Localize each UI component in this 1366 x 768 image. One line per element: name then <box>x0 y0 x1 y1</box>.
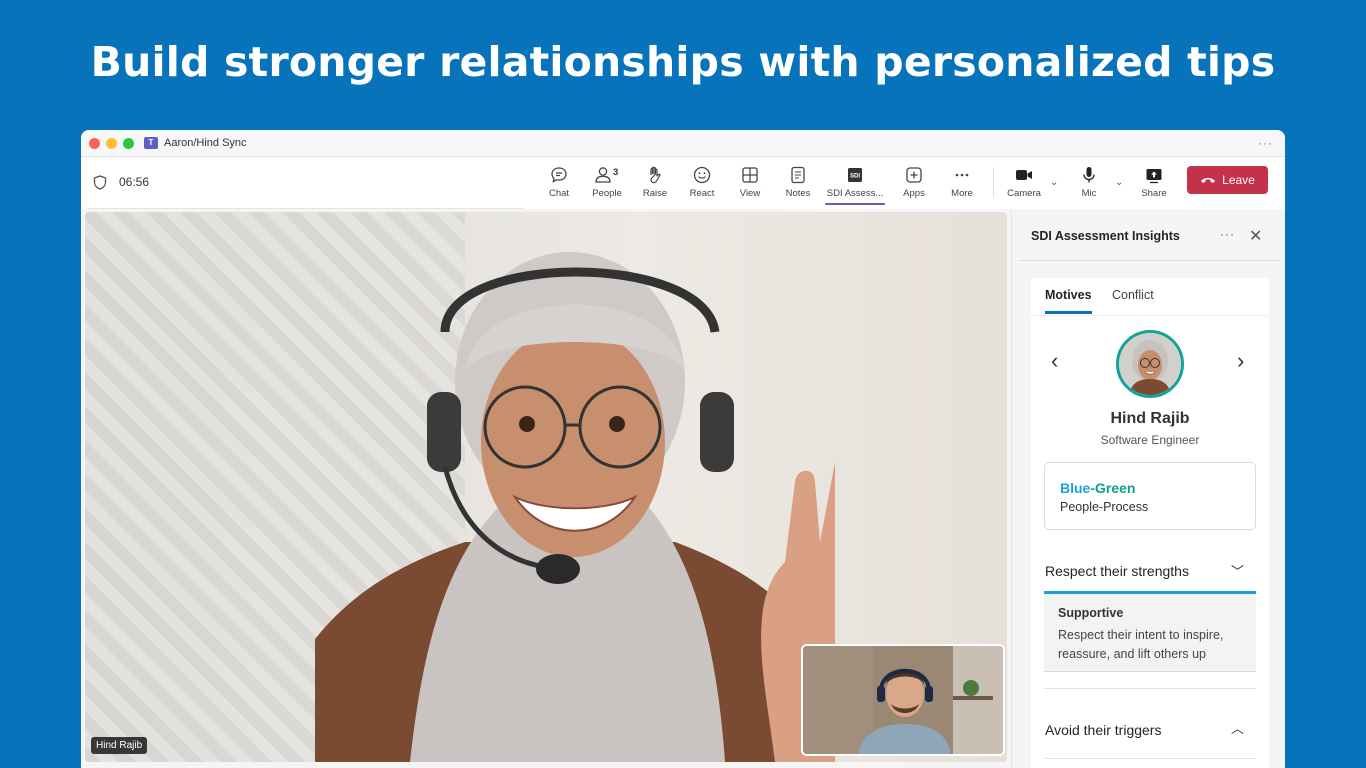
tab-motives[interactable]: Motives <box>1045 288 1092 302</box>
react-label: React <box>689 188 715 199</box>
sdi-insights-panel: SDI Assessment Insights ··· ✕ Motives Co… <box>1011 210 1285 768</box>
chat-icon <box>551 167 567 183</box>
tip-text: Respect their intent to inspire, reassur… <box>1058 628 1224 661</box>
window-title: Aaron/Hind Sync <box>164 137 247 149</box>
people-button[interactable]: 3 People <box>583 165 631 199</box>
previous-person-chevron-icon[interactable]: ‹ <box>1051 348 1058 374</box>
apps-button[interactable]: Apps <box>890 165 938 199</box>
sdi-assessment-button[interactable]: SDI SDI Assess... <box>825 165 885 205</box>
mic-button[interactable]: Mic <box>1065 165 1113 199</box>
tip-box: Supportive Respect their intent to inspi… <box>1044 594 1256 672</box>
plus-icon <box>906 167 922 183</box>
share-button[interactable]: Share <box>1130 165 1178 199</box>
meeting-toolbar: 06:56 Chat 3 People Raise React View Not… <box>81 157 1285 209</box>
section-avoid-triggers-title[interactable]: Avoid their triggers <box>1045 722 1161 738</box>
more-button[interactable]: More <box>938 165 986 199</box>
window-more-icon[interactable]: ··· <box>1258 136 1273 150</box>
meeting-timer: 06:56 <box>119 175 150 189</box>
close-window-button[interactable] <box>89 137 100 149</box>
toolbar-divider-line <box>87 208 524 209</box>
title-bar: T Aaron/Hind Sync ··· <box>81 130 1285 157</box>
self-view-video-image <box>803 646 1003 754</box>
section-respect-strengths-title[interactable]: Respect their strengths <box>1045 563 1189 579</box>
people-label: People <box>592 188 622 199</box>
share-icon <box>1146 169 1162 184</box>
minimize-window-button[interactable] <box>106 137 117 149</box>
motivational-style-name: Blue-Green <box>1060 480 1135 496</box>
mic-label: Mic <box>1081 188 1097 199</box>
avatar-image <box>1119 333 1181 395</box>
close-icon[interactable]: ✕ <box>1249 226 1262 246</box>
camera-button[interactable]: Camera <box>1000 165 1048 199</box>
react-button[interactable]: React <box>678 165 726 199</box>
panel-title: SDI Assessment Insights <box>1031 229 1180 243</box>
next-person-chevron-icon[interactable]: › <box>1237 348 1244 374</box>
style-part-blue: Blue <box>1060 480 1091 496</box>
people-icon: 3 <box>595 167 618 183</box>
panel-divider <box>1018 260 1280 261</box>
raise-label: Raise <box>642 188 668 199</box>
insights-tabs: Motives Conflict <box>1031 278 1269 316</box>
notes-icon <box>791 166 805 184</box>
section-divider-bottom <box>1044 758 1256 759</box>
phone-hangup-icon <box>1201 178 1216 183</box>
participant-name-tag: Hind Rajib <box>91 737 148 754</box>
teams-window: T Aaron/Hind Sync ··· 06:56 Chat 3 Peopl… <box>81 130 1285 768</box>
view-button[interactable]: View <box>726 165 774 199</box>
people-count: 3 <box>613 167 618 178</box>
person-role: Software Engineer <box>1100 433 1200 447</box>
chevron-up-icon[interactable]: ﹀ <box>1231 561 1244 580</box>
camera-options-chevron-icon[interactable]: ⌄ <box>1050 177 1058 188</box>
camera-icon <box>1016 170 1032 180</box>
tip-title: Supportive <box>1058 606 1124 620</box>
apps-label: Apps <box>903 188 925 199</box>
hand-icon <box>650 166 661 184</box>
teams-logo-icon: T <box>144 137 158 149</box>
headline: Build stronger relationships with person… <box>90 38 1276 86</box>
motivational-style-subtitle: People-Process <box>1060 500 1149 514</box>
section-divider <box>1044 688 1256 689</box>
view-label: View <box>739 188 761 199</box>
leave-button[interactable]: Leave <box>1187 166 1268 194</box>
svg-text:SDI: SDI <box>850 174 860 180</box>
person-name: Hind Rajib <box>1110 410 1190 427</box>
motivational-style-box: Blue-Green People-Process <box>1044 462 1256 530</box>
share-label: Share <box>1141 188 1167 199</box>
avatar <box>1116 330 1184 398</box>
shield-icon <box>93 175 107 190</box>
mic-options-chevron-icon[interactable]: ⌄ <box>1115 177 1123 188</box>
insights-card: Motives Conflict ‹ › Hind Rajib Software… <box>1031 278 1269 768</box>
chat-label: Chat <box>548 188 570 199</box>
toolbar-divider <box>993 167 994 197</box>
panel-more-icon[interactable]: ··· <box>1220 227 1235 241</box>
sdi-icon: SDI <box>848 168 862 182</box>
tab-conflict[interactable]: Conflict <box>1112 288 1154 302</box>
camera-label: Camera <box>1007 188 1041 199</box>
grid-icon <box>742 167 758 183</box>
leave-label: Leave <box>1222 173 1255 187</box>
more-icon <box>955 173 969 177</box>
self-view-video-tile[interactable] <box>801 644 1005 756</box>
chevron-down-icon[interactable]: ︿ <box>1231 718 1244 737</box>
active-tab-underline <box>1045 311 1092 314</box>
smile-icon <box>693 166 711 184</box>
main-video-tile[interactable]: Hind Rajib <box>85 212 1007 762</box>
participant-video-image <box>315 252 835 762</box>
sdi-label: SDI Assess... <box>826 188 884 199</box>
active-tab-indicator <box>825 203 885 205</box>
chat-button[interactable]: Chat <box>535 165 583 199</box>
more-label: More <box>951 188 973 199</box>
style-part-green: Green <box>1095 480 1136 496</box>
mic-icon <box>1083 167 1095 183</box>
notes-button[interactable]: Notes <box>774 165 822 199</box>
maximize-window-button[interactable] <box>123 137 134 149</box>
notes-label: Notes <box>785 188 811 199</box>
raise-hand-button[interactable]: Raise <box>631 165 679 199</box>
